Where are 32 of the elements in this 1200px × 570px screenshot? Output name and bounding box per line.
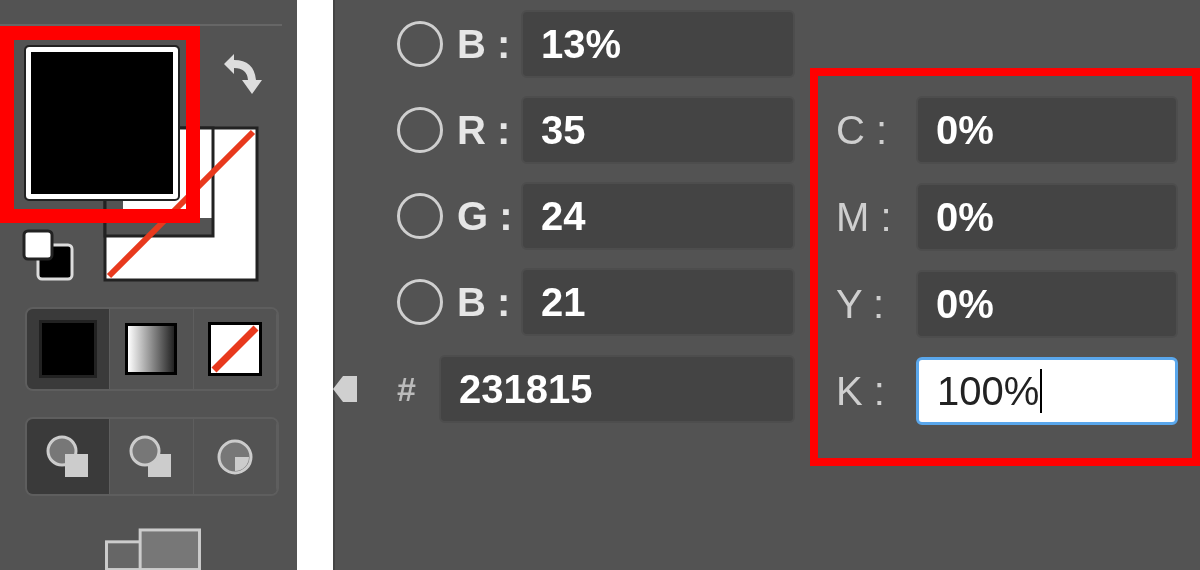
- field-label: Y :: [836, 281, 886, 328]
- fill-swatch[interactable]: [26, 47, 178, 199]
- draw-inside-icon: [215, 437, 254, 476]
- field-label: C :: [836, 107, 889, 154]
- triangle-icon: [333, 376, 357, 402]
- input-field[interactable]: 0%: [916, 183, 1178, 251]
- field-label: K :: [836, 368, 886, 415]
- input-field[interactable]: 100%: [916, 357, 1178, 425]
- text-cursor: [1040, 369, 1043, 413]
- radio-button[interactable]: [397, 21, 443, 67]
- none-swatch-icon: [207, 322, 262, 377]
- draw-mode-button[interactable]: [27, 419, 111, 495]
- field-label: R :: [456, 107, 512, 154]
- solid-swatch-icon: [39, 320, 98, 379]
- field-label: M :: [836, 194, 893, 241]
- input-field[interactable]: 13%: [521, 10, 795, 78]
- radio-button[interactable]: [397, 193, 443, 239]
- gradient-swatch-icon: [125, 323, 178, 376]
- input-field[interactable]: 231815: [439, 355, 795, 423]
- radio-button[interactable]: [397, 279, 443, 325]
- field-label: G :: [456, 193, 514, 240]
- input-field[interactable]: 24: [521, 182, 795, 250]
- input-field[interactable]: 21: [521, 268, 795, 336]
- radio-button[interactable]: [397, 107, 443, 153]
- field-label: B :: [456, 21, 512, 68]
- screen-mode-icon[interactable]: [104, 526, 202, 570]
- default-colors-icon[interactable]: [20, 227, 76, 283]
- hex-label: #: [397, 368, 417, 410]
- input-field[interactable]: 35: [521, 96, 795, 164]
- input-field[interactable]: 0%: [916, 96, 1178, 164]
- field-label: B :: [456, 279, 512, 326]
- input-field[interactable]: 0%: [916, 270, 1178, 338]
